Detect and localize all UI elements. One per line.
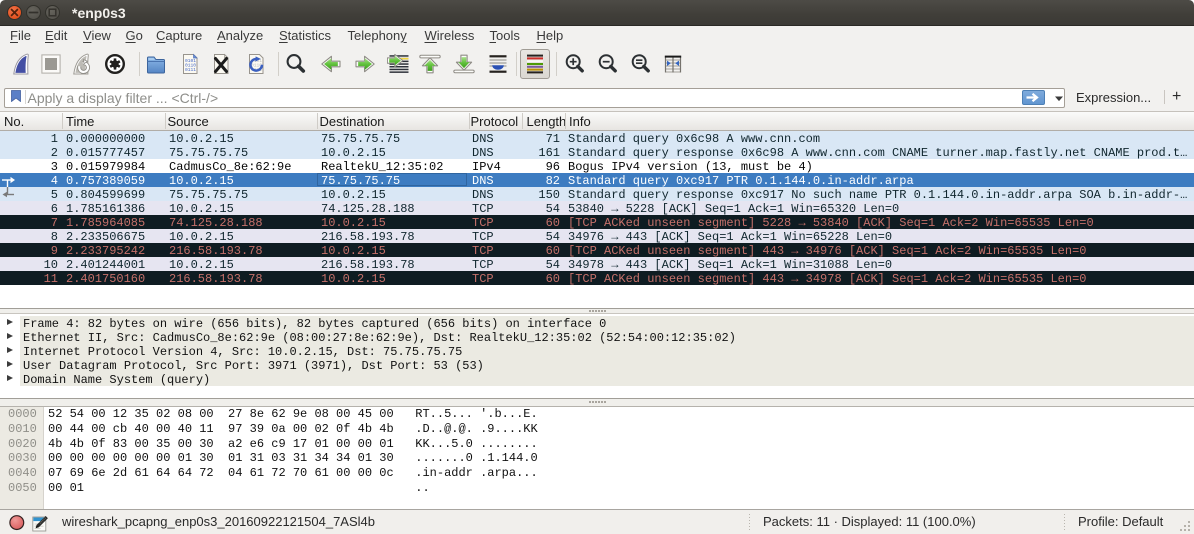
svg-text:0111: 0111 [185, 67, 196, 73]
